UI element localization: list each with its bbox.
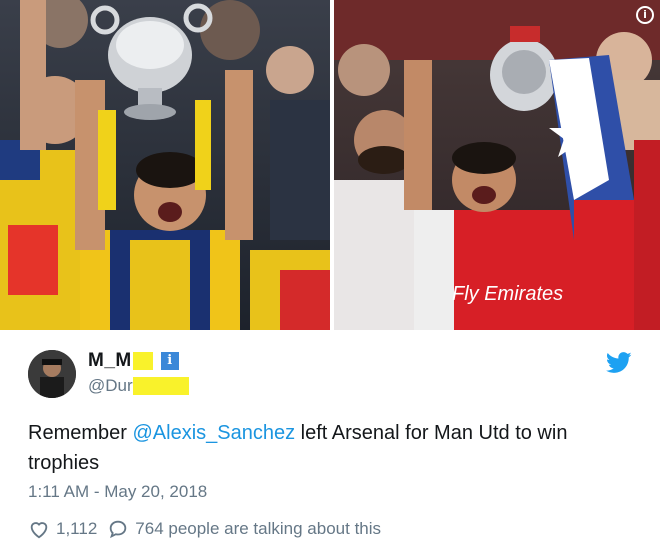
user-handle[interactable]: @Dur	[88, 376, 133, 396]
tweet-actions: 1,112 764 people are talking about this	[28, 518, 381, 540]
photo-right[interactable]: Fly Emirates i	[334, 0, 660, 330]
photo-left[interactable]	[0, 0, 330, 330]
verified-badge: i	[160, 352, 179, 370]
talking-count[interactable]: 764 people are talking about this	[135, 519, 381, 539]
tweet-text: Remember @Alexis_Sanchez left Arsenal fo…	[28, 418, 628, 478]
info-icon[interactable]: i	[636, 6, 654, 24]
photo-left-image	[0, 0, 330, 330]
heart-icon[interactable]	[28, 518, 50, 540]
tweet-media[interactable]: Fly Emirates i	[0, 0, 660, 330]
mention-link[interactable]: @Alexis_Sanchez	[132, 422, 295, 444]
avatar-image	[28, 350, 76, 398]
tweet-timestamp[interactable]: 1:11 AM - May 20, 2018	[28, 482, 207, 502]
avatar[interactable]	[28, 350, 76, 398]
twitter-bird-icon[interactable]	[606, 352, 632, 374]
redaction-mark	[132, 352, 153, 370]
reply-icon[interactable]	[107, 518, 129, 540]
redaction-mark	[132, 377, 189, 395]
author-handle-row[interactable]: @Dur	[88, 376, 189, 396]
author-name-row[interactable]: M_M i	[88, 350, 179, 372]
tweet-card: M_M i @Dur Remember @Alexis_Sanchez left…	[0, 330, 660, 560]
shirt-sponsor: Fly Emirates	[452, 283, 563, 305]
tweet-text-prefix: Remember	[28, 422, 133, 444]
like-count[interactable]: 1,112	[56, 519, 97, 539]
photo-right-image: Fly Emirates	[334, 0, 660, 330]
display-name[interactable]: M_M	[88, 350, 132, 372]
